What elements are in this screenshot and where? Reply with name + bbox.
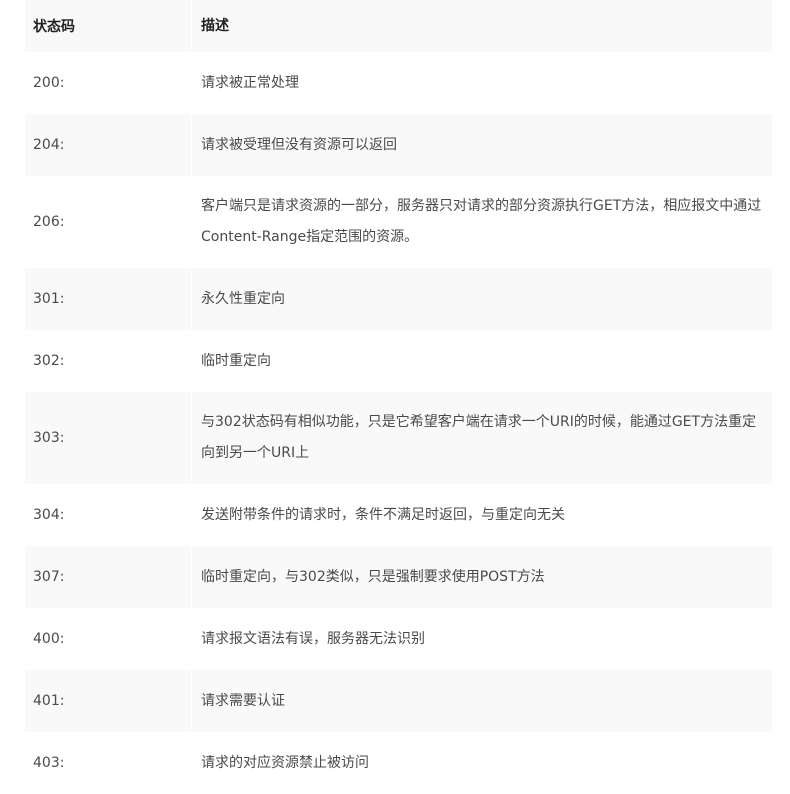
table-row: 301: 永久性重定向 — [25, 268, 772, 330]
status-code-cell: 401: — [25, 670, 192, 732]
table-row: 302: 临时重定向 — [25, 330, 772, 392]
table-row: 401: 请求需要认证 — [25, 670, 772, 732]
table-row: 307: 临时重定向，与302类似，只是强制要求使用POST方法 — [25, 546, 772, 608]
description-cell: 与302状态码有相似功能，只是它希望客户端在请求一个URI的时候，能通过GET方… — [201, 414, 757, 461]
description-cell: 请求的对应资源禁止被访问 — [201, 754, 369, 771]
description-cell: 临时重定向 — [201, 352, 271, 369]
header-description: 描述 — [201, 18, 229, 34]
table-row: 204: 请求被受理但没有资源可以返回 — [25, 114, 772, 176]
table-row: 303: 与302状态码有相似功能，只是它希望客户端在请求一个URI的时候，能通… — [25, 392, 772, 484]
description-cell: 请求被受理但没有资源可以返回 — [201, 136, 397, 153]
description-cell: 永久性重定向 — [201, 290, 285, 307]
description-cell: 发送附带条件的请求时，条件不满足时返回，与重定向无关 — [201, 506, 565, 523]
table-row: 200: 请求被正常处理 — [25, 52, 772, 114]
status-code-cell: 204: — [25, 114, 192, 176]
status-code-cell: 400: — [25, 608, 192, 670]
header-status-code: 状态码 — [25, 0, 192, 52]
status-code-cell: 200: — [25, 52, 192, 114]
status-code-cell: 403: — [25, 732, 192, 794]
description-cell: 请求需要认证 — [201, 692, 285, 709]
table-row: 206: 客户端只是请求资源的一部分，服务器只对请求的部分资源执行GET方法，相… — [25, 176, 772, 268]
description-cell: 请求报文语法有误，服务器无法识别 — [201, 630, 425, 647]
status-code-table: 状态码 描述 200: 请求被正常处理 204: 请求被受理但没有资源可以返回 … — [25, 0, 772, 794]
status-code-cell: 307: — [25, 546, 192, 608]
description-cell: 请求被正常处理 — [201, 74, 299, 91]
status-code-cell: 304: — [25, 484, 192, 546]
status-code-cell: 303: — [25, 392, 192, 484]
status-code-cell: 301: — [25, 268, 192, 330]
table-header-row: 状态码 描述 — [25, 0, 772, 52]
status-code-cell: 302: — [25, 330, 192, 392]
table-row: 400: 请求报文语法有误，服务器无法识别 — [25, 608, 772, 670]
status-code-cell: 206: — [25, 176, 192, 268]
table-row: 403: 请求的对应资源禁止被访问 — [25, 732, 772, 794]
description-cell: 临时重定向，与302类似，只是强制要求使用POST方法 — [201, 568, 545, 585]
table-row: 304: 发送附带条件的请求时，条件不满足时返回，与重定向无关 — [25, 484, 772, 546]
description-cell: 客户端只是请求资源的一部分，服务器只对请求的部分资源执行GET方法，相应报文中通… — [201, 198, 762, 245]
